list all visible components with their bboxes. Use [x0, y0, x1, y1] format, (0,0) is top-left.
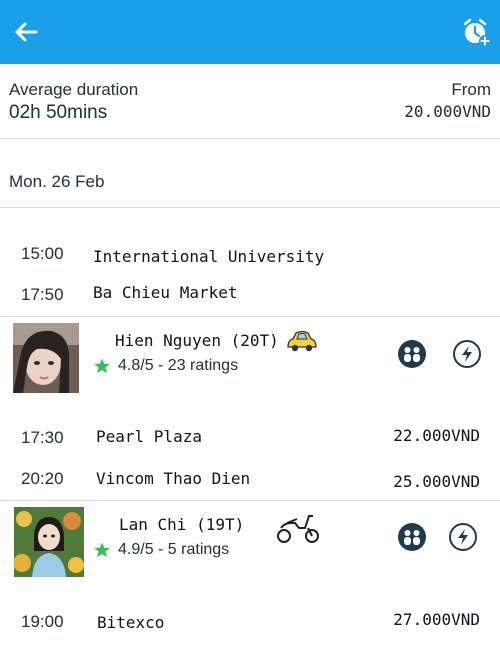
alarm-add-icon[interactable]: [460, 16, 492, 48]
date-header: Mon. 26 Feb: [0, 139, 500, 208]
driver-name: Lan Chi (19T): [119, 515, 245, 534]
arrival-price: 25.000VND: [393, 472, 480, 491]
divider: [0, 500, 500, 501]
star-icon: [94, 542, 110, 558]
price-from-value: 20.000VND: [404, 102, 491, 121]
departure-place: International University: [93, 247, 325, 266]
driver-rating: 4.9/5 - 5 ratings: [118, 541, 230, 558]
departure-time: 15:00: [21, 244, 64, 263]
departure-time: 19:00: [21, 612, 64, 631]
arrow-left-icon[interactable]: [10, 16, 42, 48]
departure-place: Bitexco: [97, 613, 165, 632]
average-duration-label: Average duration: [9, 80, 139, 99]
shared-ride-icon[interactable]: [397, 339, 427, 369]
divider: [0, 316, 500, 317]
departure-place: Pearl Plaza: [96, 427, 202, 446]
shared-ride-icon[interactable]: [397, 522, 427, 552]
trip-date: Mon. 26 Feb: [9, 172, 105, 191]
price-from-label: From: [451, 80, 491, 99]
arrival-time: 17:50: [21, 285, 64, 304]
driver-avatar: [13, 323, 79, 393]
arrival-place: Ba Chieu Market: [93, 283, 238, 302]
car-icon: [287, 330, 317, 352]
trip-summary: Average duration 02h 50mins From 20.000V…: [0, 64, 500, 139]
average-duration-value: 02h 50mins: [9, 102, 108, 123]
driver-name: Hien Nguyen (20T): [115, 331, 279, 350]
arrival-place: Vincom Thao Dien: [96, 469, 251, 488]
departure-time: 17:30: [21, 428, 64, 447]
scooter-icon: [277, 515, 319, 543]
app-header: [0, 0, 500, 64]
arrival-time: 20:20: [21, 469, 64, 488]
driver-rating: 4.8/5 - 23 ratings: [118, 357, 239, 374]
driver-avatar: [14, 507, 84, 577]
departure-price: 27.000VND: [393, 610, 480, 629]
star-icon: [94, 358, 110, 374]
departure-price: 22.000VND: [393, 426, 480, 445]
instant-booking-icon[interactable]: [448, 522, 478, 552]
instant-booking-icon[interactable]: [452, 339, 482, 369]
